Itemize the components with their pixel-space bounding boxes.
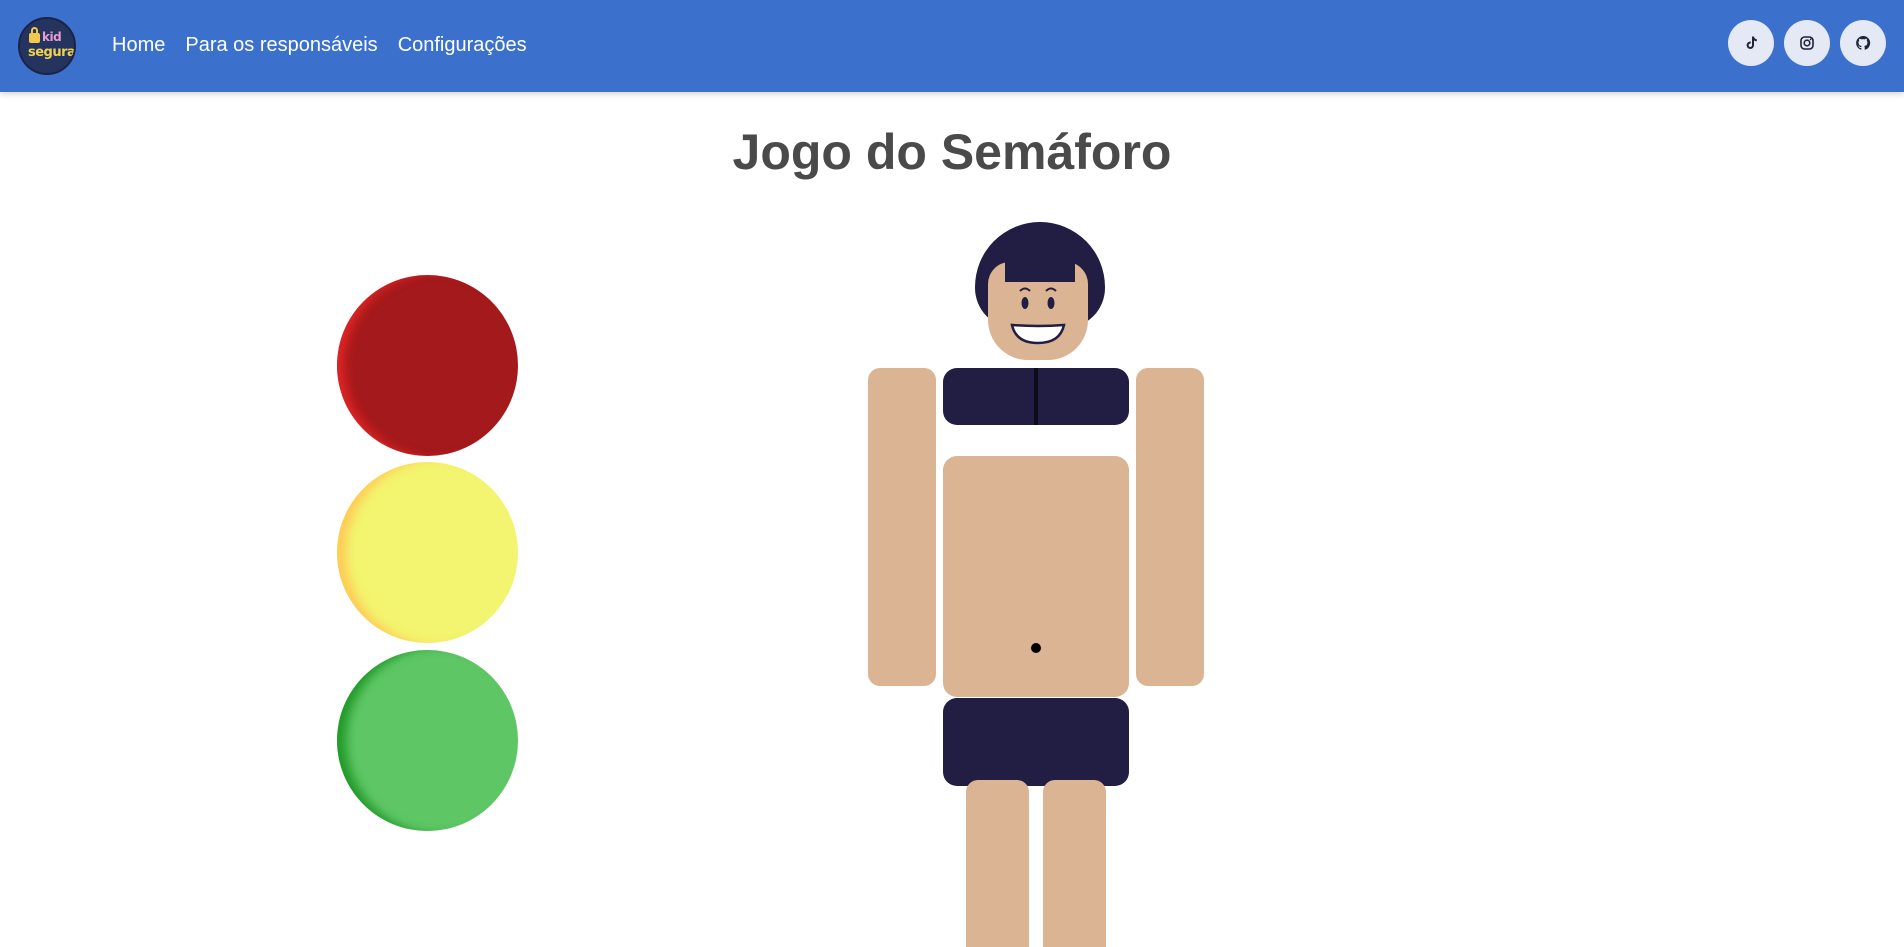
lock-icon [29, 27, 40, 43]
logo-text-kid: kid [42, 30, 62, 44]
tiktok-icon [1746, 36, 1757, 49]
github-icon [1856, 35, 1871, 50]
navbar: kid segura Home Para os responsáveis Con… [0, 0, 1904, 92]
green-light[interactable] [337, 650, 518, 831]
right-leg[interactable] [1043, 780, 1106, 947]
left-arm[interactable] [868, 368, 936, 686]
shorts[interactable] [943, 698, 1129, 786]
nav-link-configuracoes[interactable]: Configurações [398, 32, 527, 58]
right-arm[interactable] [1136, 368, 1204, 686]
red-light[interactable] [337, 275, 518, 456]
social-links [1728, 20, 1886, 66]
github-button[interactable] [1840, 20, 1886, 66]
left-leg[interactable] [966, 780, 1029, 947]
instagram-icon [1800, 36, 1814, 50]
logo-text-segura: segura [28, 45, 76, 60]
nav-link-para-os-responsaveis[interactable]: Para os responsáveis [185, 32, 377, 58]
navel [1031, 643, 1041, 653]
face-features [1010, 287, 1066, 345]
kid-segura-logo[interactable]: kid segura [18, 17, 76, 75]
top-zipper [1034, 368, 1038, 425]
instagram-button[interactable] [1784, 20, 1830, 66]
yellow-light[interactable] [337, 462, 518, 643]
tiktok-button[interactable] [1728, 20, 1774, 66]
nav-links: Home Para os responsáveis Configurações [112, 32, 527, 58]
nav-link-home[interactable]: Home [112, 32, 165, 58]
belly[interactable] [943, 456, 1129, 697]
page-title: Jogo do Semáforo [732, 124, 1172, 180]
